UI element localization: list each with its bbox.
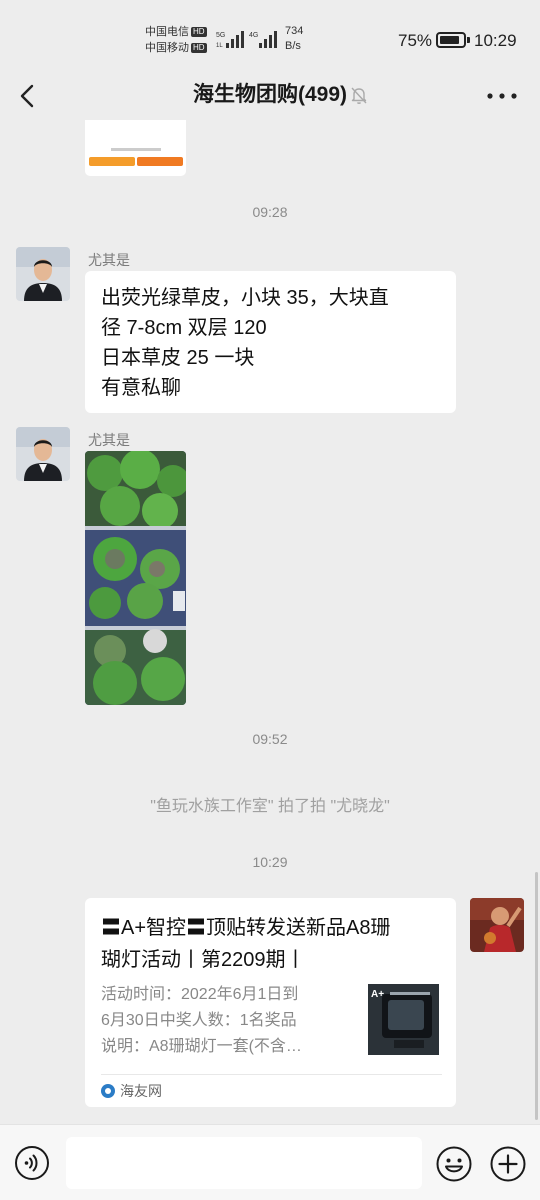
svg-text:5G: 5G (216, 32, 225, 39)
status-time: 10:29 (474, 31, 517, 50)
add-attachment-icon[interactable] (489, 1145, 527, 1183)
my-avatar[interactable] (470, 898, 524, 952)
sender-name: 尤其是 (88, 252, 130, 268)
message-line: 径 7-8cm 双层 120 (101, 317, 267, 339)
text-message-bubble[interactable]: 出荧光绿草皮，小块 35，大块直 径 7-8cm 双层 120 日本草皮 25 … (85, 271, 456, 413)
mute-bell-icon (351, 87, 367, 104)
link-card-thumbnail: A+ (368, 984, 439, 1055)
message-line: 日本草皮 25 一块 (101, 347, 255, 369)
link-card-description: 活动时间：2022年6月1日到 6月30日中奖人数：1名奖品 说明：A8珊瑚灯一… (101, 982, 351, 1060)
carrier-1-name: 中国电信 (145, 26, 189, 38)
preview-button-2 (137, 157, 183, 166)
title-wrap: 海生物团购(499) (0, 72, 540, 120)
link-desc-line: 说明：A8珊瑚灯一套(不含… (101, 1038, 302, 1055)
my-avatar-photo (470, 898, 524, 952)
timestamp-1029: 10:29 (252, 854, 288, 870)
coral-photo-message[interactable] (85, 451, 186, 705)
avatar[interactable] (16, 247, 70, 301)
timestamp-0952: 09:52 (252, 731, 288, 747)
carrier-info: 中国电信 HD 中国移动 HD (145, 24, 207, 56)
shared-link-card[interactable]: 〓A+智控〓顶贴转发送新品A8珊 瑚灯活动丨第2209期丨 活动时间：2022年… (85, 898, 456, 1107)
emoji-icon[interactable] (435, 1145, 473, 1183)
message-line: 出荧光绿草皮，小块 35，大块直 (101, 287, 389, 309)
svg-text:1L: 1L (216, 43, 223, 49)
link-desc-line: 活动时间：2022年6月1日到 (101, 986, 299, 1003)
timestamp-0928: 09:28 (252, 204, 288, 220)
coral-photo (85, 451, 186, 705)
link-title-line: 〓A+智控〓顶贴转发送新品A8珊 (101, 917, 391, 939)
product-thumbnail: A+ (368, 984, 439, 1055)
chat-scrollbar[interactable] (535, 872, 538, 1120)
avatar-photo (16, 427, 70, 481)
status-bar: 中国电信 HD 中国移动 HD 5G 1L 4G 734 B/s 75% 10:29 (0, 0, 540, 72)
battery-percent: 75% (398, 31, 433, 50)
hd-badge-1: HD (191, 27, 207, 38)
sender-name: 尤其是 (88, 432, 130, 448)
link-card-title: 〓A+智控〓顶贴转发送新品A8珊 瑚灯活动丨第2209期丨 (101, 912, 441, 976)
thumb-brand-label: A+ (371, 989, 384, 1000)
message-line: 有意私聊 (101, 377, 181, 399)
voice-input-icon[interactable] (14, 1145, 50, 1181)
link-card-source: 海友网 (101, 1079, 162, 1103)
link-desc-line: 6月30日中奖人数：1名奖品 (101, 1012, 297, 1029)
network-speed-value: 734 (285, 25, 304, 37)
back-arrow-icon[interactable] (14, 80, 46, 112)
link-source-name: 海友网 (120, 1083, 162, 1099)
message-input-bar (0, 1124, 540, 1200)
avatar-photo (16, 247, 70, 301)
carrier-2-name: 中国移动 (145, 42, 189, 54)
message-text-input[interactable] (66, 1137, 422, 1189)
chat-messages[interactable]: 09:28 尤其是 出荧光绿草皮，小块 35，大块直 径 7-8cm 双层 12… (0, 120, 540, 1124)
signal-strength-icon: 5G 1L 4G (216, 31, 277, 49)
network-speed: 734 B/s (285, 24, 303, 54)
link-card-divider (101, 1074, 442, 1075)
more-options-icon[interactable] (484, 84, 520, 108)
preview-button-1 (89, 157, 135, 166)
chat-title: 海生物团购(499) (192, 83, 348, 106)
chat-header: 海生物团购(499) (0, 72, 540, 120)
battery-icon (436, 32, 470, 48)
previous-card-preview[interactable] (85, 120, 186, 176)
pat-system-message: "鱼玩水族工作室" 拍了拍 "尤晓龙" (150, 798, 390, 815)
source-app-icon (101, 1084, 115, 1098)
svg-text:4G: 4G (249, 32, 258, 39)
link-title-line: 瑚灯活动丨第2209期丨 (101, 949, 306, 971)
network-speed-unit: B/s (285, 40, 301, 52)
avatar[interactable] (16, 427, 70, 481)
hd-badge-2: HD (191, 43, 207, 54)
preview-text-line (111, 148, 161, 151)
